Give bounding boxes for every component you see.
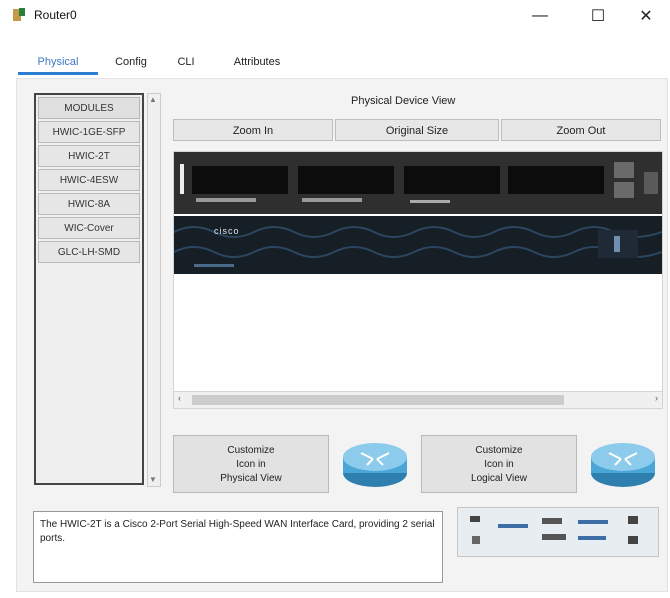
tab-physical[interactable]: Physical: [18, 52, 98, 75]
scroll-up-icon[interactable]: ▲: [149, 95, 157, 104]
button-label-line: Icon in: [484, 459, 514, 470]
cisco-logo: cisco: [214, 226, 240, 236]
router-icon: [343, 443, 407, 487]
scrollbar-thumb[interactable]: [192, 395, 564, 405]
physical-panel: MODULES HWIC-1GE-SFP HWIC-2T HWIC-4ESW H…: [16, 78, 668, 592]
modules-list: MODULES HWIC-1GE-SFP HWIC-2T HWIC-4ESW H…: [34, 93, 144, 485]
modules-scrollbar[interactable]: ▲ ▼: [147, 93, 161, 487]
module-item[interactable]: HWIC-8A: [38, 193, 140, 215]
close-button[interactable]: ✕: [626, 4, 666, 28]
scroll-down-icon[interactable]: ▼: [149, 475, 157, 484]
button-label-line: Customize: [227, 445, 275, 456]
module-description: The HWIC-2T is a Cisco 2-Port Serial Hig…: [33, 511, 443, 583]
zoom-controls: Zoom In Original Size Zoom Out: [173, 119, 661, 143]
customize-logical-icon-button[interactable]: Customize Icon in Logical View: [421, 435, 577, 493]
tab-attributes[interactable]: Attributes: [214, 52, 300, 72]
button-label-line: Logical View: [471, 473, 527, 484]
module-item[interactable]: WIC-Cover: [38, 217, 140, 239]
physical-device-view-label: Physical Device View: [351, 95, 456, 107]
device-view-scrollbar[interactable]: ‹ ›: [174, 391, 662, 408]
module-item[interactable]: GLC-LH-SMD: [38, 241, 140, 263]
tab-config[interactable]: Config: [106, 52, 156, 72]
tab-cli[interactable]: CLI: [170, 52, 202, 72]
module-item[interactable]: HWIC-4ESW: [38, 169, 140, 191]
button-label-line: Customize: [475, 445, 523, 456]
router-app-icon: [13, 8, 25, 21]
button-label-line: Physical View: [220, 473, 282, 484]
router-icon: [591, 443, 655, 487]
customize-physical-icon-button[interactable]: Customize Icon in Physical View: [173, 435, 329, 493]
original-size-button[interactable]: Original Size: [335, 119, 499, 141]
minimize-button[interactable]: —: [520, 4, 560, 28]
zoom-in-button[interactable]: Zoom In: [173, 119, 333, 141]
router-chassis-bottom: cisco: [174, 216, 662, 274]
maximize-button[interactable]: ☐: [578, 4, 618, 28]
window-title: Router0: [34, 8, 77, 22]
module-thumbnail: [457, 507, 659, 557]
router-front-panel-graphic: [174, 216, 662, 274]
zoom-out-button[interactable]: Zoom Out: [501, 119, 661, 141]
title-bar: Router0 — ☐ ✕: [0, 0, 670, 32]
tab-bar: Physical Config CLI Attributes: [18, 52, 300, 75]
device-view[interactable]: cisco ‹ ›: [173, 151, 663, 409]
scroll-left-icon[interactable]: ‹: [178, 393, 181, 403]
router-chassis-top: [174, 152, 662, 214]
modules-header: MODULES: [38, 97, 140, 119]
hwic-card-graphic: [458, 508, 658, 556]
module-item[interactable]: HWIC-2T: [38, 145, 140, 167]
scroll-right-icon[interactable]: ›: [655, 393, 658, 403]
module-item[interactable]: HWIC-1GE-SFP: [38, 121, 140, 143]
router-slots-graphic: [174, 152, 662, 214]
button-label-line: Icon in: [236, 459, 266, 470]
